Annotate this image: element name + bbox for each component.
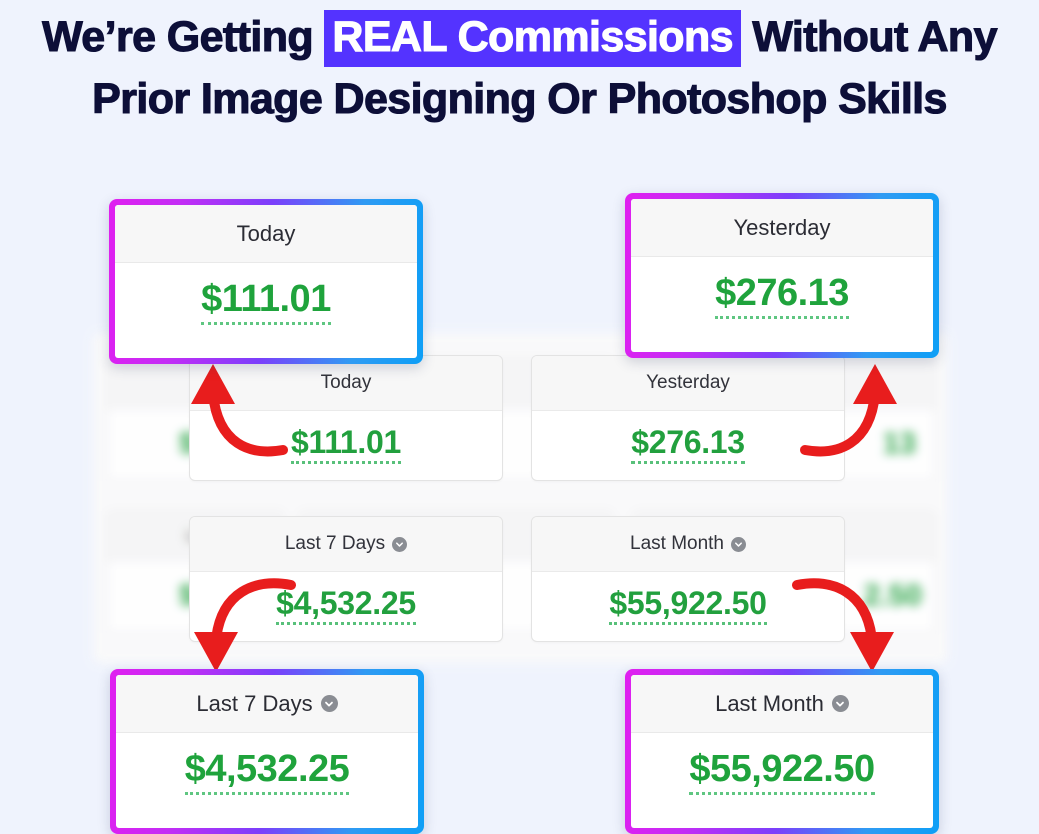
callout-card-amount: $111.01 xyxy=(201,280,331,325)
callout-card-body: $55,922.50 xyxy=(631,733,933,811)
callout-card-amount: $276.13 xyxy=(715,274,849,319)
headline-highlight: REAL Commissions xyxy=(324,10,741,67)
dashboard-card-header: Last Month xyxy=(532,517,844,572)
callout-card-yesterday[interactable]: Yesterday $276.13 xyxy=(625,193,939,358)
dashboard-card-header: Today xyxy=(190,356,502,411)
dashboard-card-body: $4,532.25 xyxy=(190,572,502,640)
dashboard-card-label: Last Month xyxy=(630,533,724,554)
callout-card-inner: Today $111.01 xyxy=(115,205,417,358)
dashboard-card-body: $276.13 xyxy=(532,411,844,479)
callout-card-label: Last Month xyxy=(715,690,824,716)
callout-card-body: $276.13 xyxy=(631,257,933,335)
dashboard-card-header: Last 7 Days xyxy=(190,517,502,572)
callout-card-last-month[interactable]: Last Month $55,922.50 xyxy=(625,669,939,834)
dashboard-card-amount: $55,922.50 xyxy=(609,587,767,625)
chevron-down-circle-icon[interactable] xyxy=(831,695,849,712)
callout-card-header: Last 7 Days xyxy=(116,675,418,733)
headline-line-2: Prior Image Designing Or Photoshop Skill… xyxy=(92,74,948,123)
dashboard-card-header: Yesterday xyxy=(532,356,844,411)
callout-card-inner: Last Month $55,922.50 xyxy=(631,675,933,828)
dashboard-card-yesterday[interactable]: Yesterday $276.13 xyxy=(531,355,845,481)
dashboard-card-body: $55,922.50 xyxy=(532,572,844,640)
callout-card-label: Last 7 Days xyxy=(196,690,313,716)
dashboard-card-label: Last 7 Days xyxy=(284,533,386,554)
chevron-down-circle-icon[interactable] xyxy=(731,536,746,552)
callout-card-inner: Last 7 Days $4,532.25 xyxy=(116,675,418,828)
dashboard-card-last-7-days[interactable]: Last 7 Days $4,532.25 xyxy=(189,516,503,642)
dashboard-card-amount: $4,532.25 xyxy=(276,587,416,625)
headline-part-2: Without Any xyxy=(740,12,998,61)
callout-card-amount: $4,532.25 xyxy=(184,750,350,795)
callout-card-header: Last Month xyxy=(631,675,933,733)
dashboard-card-today[interactable]: Today $111.01 xyxy=(189,355,503,481)
callout-card-inner: Yesterday $276.13 xyxy=(631,199,933,352)
dashboard-card-last-month[interactable]: Last Month $55,922.50 xyxy=(531,516,845,642)
callout-card-amount: $55,922.50 xyxy=(689,750,875,795)
chevron-down-circle-icon[interactable] xyxy=(320,695,338,712)
callout-card-body: $4,532.25 xyxy=(116,733,418,811)
callout-card-body: $111.01 xyxy=(115,263,417,341)
headline-part-1: We’re Getting xyxy=(42,12,325,61)
callout-card-label: Today xyxy=(236,220,296,246)
dashboard-card-label: Today xyxy=(320,372,372,393)
callout-card-label: Yesterday xyxy=(733,214,831,240)
dashboard-card-body: $111.01 xyxy=(190,411,502,479)
dashboard-card-label: Yesterday xyxy=(646,372,730,393)
callout-card-today[interactable]: Today $111.01 xyxy=(109,199,423,364)
callout-card-header: Today xyxy=(115,205,417,263)
dashboard-card-amount: $276.13 xyxy=(631,426,745,464)
callout-card-last-7-days[interactable]: Last 7 Days $4,532.25 xyxy=(110,669,424,834)
page-headline: We’re Getting REAL Commissions Without A… xyxy=(0,6,1039,130)
dashboard-card-amount: $111.01 xyxy=(290,426,401,464)
chevron-down-circle-icon[interactable] xyxy=(392,536,408,552)
callout-card-header: Yesterday xyxy=(631,199,933,257)
